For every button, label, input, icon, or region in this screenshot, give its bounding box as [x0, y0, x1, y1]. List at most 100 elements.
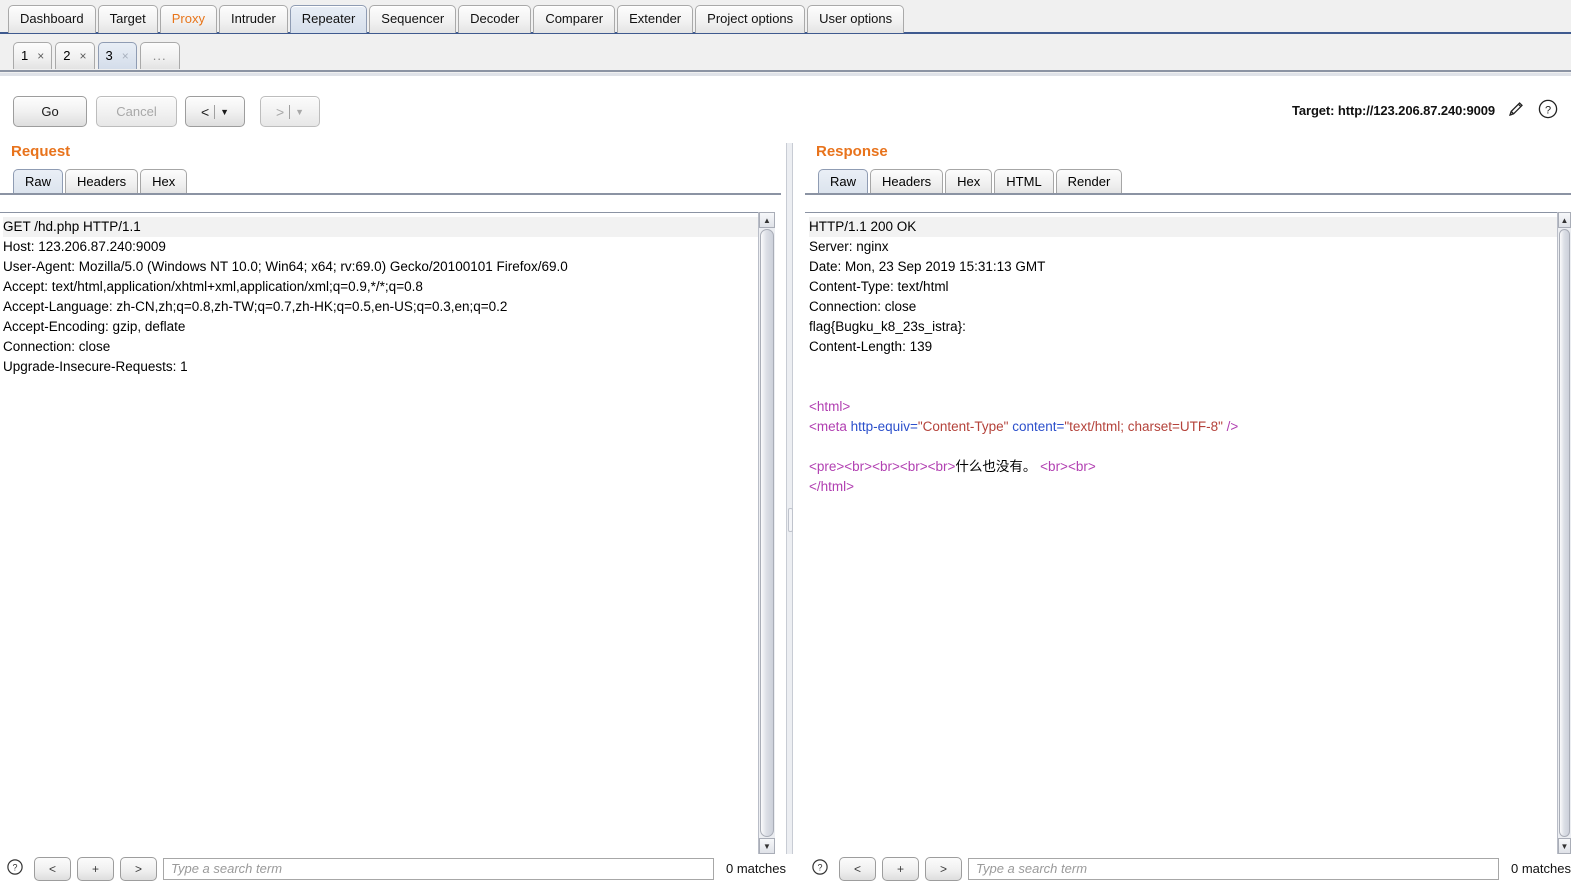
- request-tab-strip: Raw Headers Hex: [0, 169, 781, 195]
- response-tab-raw[interactable]: Raw: [818, 169, 869, 195]
- response-search-bar: ? < + > Type a search term 0 matches: [805, 856, 1571, 881]
- go-button[interactable]: Go: [13, 96, 87, 127]
- search-prev-button[interactable]: <: [839, 856, 876, 881]
- repeater-tab-3-label: 3: [105, 48, 113, 63]
- scrollbar-thumb[interactable]: [1559, 229, 1570, 837]
- response-tab-html[interactable]: HTML: [994, 169, 1054, 195]
- search-add-button[interactable]: +: [882, 856, 919, 881]
- main-tab-strip: Dashboard Target Proxy Intruder Repeater…: [8, 5, 906, 33]
- tab-project-options[interactable]: Project options: [695, 5, 806, 33]
- panel-split-divider[interactable]: [786, 143, 793, 854]
- scroll-down-icon[interactable]: ▼: [759, 838, 775, 854]
- question-circle-icon[interactable]: ?: [811, 858, 829, 879]
- target-label: Target: http://123.206.87.240:9009: [1291, 103, 1495, 118]
- close-icon[interactable]: ×: [37, 44, 44, 68]
- tab-sequencer[interactable]: Sequencer: [369, 5, 457, 33]
- chevron-down-icon: ▼: [295, 106, 305, 117]
- search-prev-button[interactable]: <: [34, 856, 71, 881]
- question-circle-icon[interactable]: ?: [6, 858, 24, 879]
- request-editor[interactable]: GET /hd.php HTTP/1.1 Host: 123.206.87.24…: [0, 212, 758, 854]
- repeater-tab-1-label: 1: [21, 48, 29, 63]
- tab-decoder[interactable]: Decoder: [458, 5, 532, 33]
- br-tag: <br>: [1040, 459, 1068, 474]
- close-icon[interactable]: ×: [79, 44, 86, 68]
- scroll-up-icon[interactable]: ▲: [759, 212, 775, 228]
- request-tab-raw[interactable]: Raw: [13, 169, 64, 195]
- response-line: Connection: close: [809, 299, 917, 314]
- tab-repeater[interactable]: Repeater: [289, 5, 368, 33]
- tab-target[interactable]: Target: [97, 5, 158, 33]
- response-tab-headers[interactable]: Headers: [870, 169, 944, 195]
- question-circle-icon[interactable]: ?: [1537, 98, 1559, 123]
- repeater-tab-more[interactable]: ...: [139, 42, 180, 69]
- request-title: Request: [11, 143, 71, 160]
- response-body-line: <pre><br><br><br><br>什么也没有。 <br><br>: [809, 457, 1557, 477]
- close-icon[interactable]: ×: [122, 44, 129, 68]
- back-arrow-icon: <: [200, 103, 210, 120]
- search-input[interactable]: Type a search term: [968, 857, 1500, 880]
- scroll-up-icon[interactable]: ▲: [1558, 212, 1571, 228]
- forward-button: > ▼: [260, 96, 320, 127]
- search-add-button[interactable]: +: [77, 856, 114, 881]
- divider-grip[interactable]: [788, 508, 793, 532]
- request-tab-hex[interactable]: Hex: [140, 169, 188, 195]
- repeater-tab-2-label: 2: [63, 48, 71, 63]
- search-next-button[interactable]: >: [120, 856, 157, 881]
- tab-comparer[interactable]: Comparer: [533, 5, 616, 33]
- response-body-line: </html>: [809, 477, 1557, 497]
- request-panel: Request Raw Headers Hex: [0, 143, 781, 195]
- scrollbar-thumb[interactable]: [760, 229, 774, 837]
- response-tab-hex[interactable]: Hex: [945, 169, 993, 195]
- request-tab-headers[interactable]: Headers: [65, 169, 139, 195]
- chevron-down-icon[interactable]: ▼: [220, 107, 229, 117]
- request-line: Connection: close: [3, 339, 111, 354]
- tab-user-options[interactable]: User options: [807, 5, 905, 33]
- response-line: Content-Type: text/html: [809, 279, 949, 294]
- request-line: Accept-Encoding: gzip, deflate: [3, 319, 186, 334]
- request-vertical-scrollbar[interactable]: ▲ ▼: [758, 212, 775, 854]
- response-vertical-scrollbar[interactable]: ▲ ▼: [1557, 212, 1571, 854]
- repeater-tab-1[interactable]: 1 ×: [13, 42, 53, 69]
- back-button[interactable]: < ▼: [185, 96, 245, 127]
- response-tab-render[interactable]: Render: [1055, 169, 1123, 195]
- meta-value-charset: "text/html; charset=UTF-8": [1064, 419, 1223, 434]
- response-body-line: <meta http-equiv="Content-Type" content=…: [809, 417, 1557, 437]
- meta-value-content-type: "Content-Type": [917, 419, 1009, 434]
- response-panel: Response Raw Headers Hex HTML Render: [805, 143, 1571, 195]
- response-line: Content-Length: 139: [809, 339, 933, 354]
- match-count: 0 matches: [726, 861, 786, 876]
- scroll-down-icon[interactable]: ▼: [1558, 838, 1571, 854]
- repeater-toolbar: Go Cancel < ▼ > ▼ Target: http://123.206…: [0, 82, 1571, 140]
- response-title: Response: [816, 143, 888, 160]
- meta-attr-http-equiv: http-equiv=: [850, 419, 918, 434]
- response-flag-line: flag{Bugku_k8_23s_istra}:: [809, 319, 966, 334]
- tab-dashboard[interactable]: Dashboard: [8, 5, 96, 33]
- repeater-tab-2[interactable]: 2 ×: [55, 42, 95, 69]
- br-tag: <br>: [1067, 459, 1096, 474]
- tab-intruder[interactable]: Intruder: [218, 5, 288, 33]
- repeater-tab-3[interactable]: 3 ×: [97, 42, 137, 69]
- request-line: Accept: text/html,application/xhtml+xml,…: [3, 279, 423, 294]
- search-next-button[interactable]: >: [925, 856, 962, 881]
- response-editor[interactable]: HTTP/1.1 200 OK Server: nginx Date: Mon,…: [805, 212, 1557, 854]
- pencil-icon[interactable]: [1506, 99, 1526, 122]
- target-area: Target: http://123.206.87.240:9009 ?: [1292, 98, 1559, 123]
- tab-proxy[interactable]: Proxy: [159, 5, 217, 33]
- svg-text:?: ?: [12, 863, 17, 873]
- divider: [214, 104, 216, 119]
- br-tag: <br>: [927, 459, 956, 474]
- cancel-button: Cancel: [96, 96, 177, 127]
- meta-attr-content: content=: [1008, 419, 1065, 434]
- forward-arrow-icon: >: [275, 103, 285, 120]
- meta-tag-close: />: [1222, 419, 1239, 434]
- main-tab-bar: Dashboard Target Proxy Intruder Repeater…: [0, 0, 1571, 34]
- svg-text:?: ?: [1545, 104, 1551, 116]
- tab-extender[interactable]: Extender: [617, 5, 694, 33]
- response-tab-underline: [805, 193, 1571, 195]
- response-tab-strip: Raw Headers Hex HTML Render: [805, 169, 1571, 195]
- br-tag: <br>: [844, 459, 873, 474]
- search-input[interactable]: Type a search term: [163, 857, 715, 880]
